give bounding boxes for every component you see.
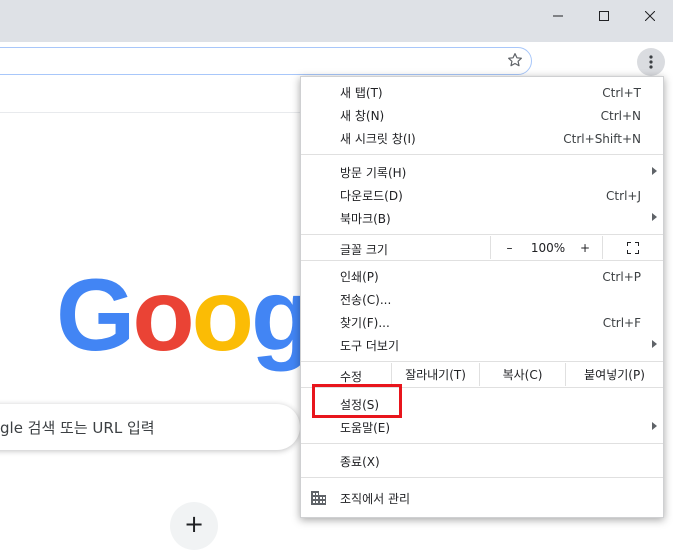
menu-item-shortcut: Ctrl+J	[606, 188, 641, 203]
maximize-icon	[599, 11, 609, 21]
menu-item-label: 새 창(N)	[340, 109, 385, 123]
add-icon: +	[183, 510, 205, 538]
chrome-menu: 새 탭(T) Ctrl+T 새 창(N) Ctrl+N 새 시크릿 창(I) C…	[300, 76, 664, 518]
zoom-out-icon: –	[506, 240, 513, 255]
menu-item-label: 인쇄(P)	[340, 270, 379, 284]
building-icon	[311, 491, 326, 505]
menu-item-incognito[interactable]: 새 시크릿 창(I) Ctrl+Shift+N	[301, 127, 663, 150]
menu-item-bookmarks[interactable]: 북마크(B)	[301, 207, 663, 230]
search-placeholder: gle 검색 또는 URL 입력	[0, 419, 155, 437]
menu-item-exit[interactable]: 종료(X)	[301, 450, 663, 473]
menu-item-label: 새 탭(T)	[340, 86, 383, 100]
zoom-out-button[interactable]: –	[490, 236, 528, 259]
cut-label: 잘라내기(T)	[405, 368, 466, 382]
toolbar	[0, 42, 673, 80]
zoom-value-text: 100%	[530, 240, 566, 255]
menu-item-history[interactable]: 방문 기록(H)	[301, 161, 663, 184]
menu-separator	[301, 443, 663, 444]
zoom-row: 글꼴 크기 – 100% +	[301, 236, 663, 259]
menu-item-label: 종료(X)	[340, 455, 380, 469]
paste-label: 붙여넣기(P)	[584, 368, 645, 382]
minimize-icon	[553, 15, 563, 17]
menu-item-label: 다운로드(D)	[340, 189, 403, 203]
cut-button[interactable]: 잘라내기(T)	[391, 363, 479, 386]
chrome-menu-button[interactable]	[637, 48, 665, 76]
menu-item-label: 전송(C)...	[340, 293, 392, 307]
menu-item-help[interactable]: 도움말(E)	[301, 416, 663, 439]
menu-item-managed[interactable]: 조직에서 관리	[301, 487, 663, 510]
submenu-arrow-icon	[652, 213, 657, 221]
logo-letter: G	[56, 258, 135, 372]
zoom-label: 글꼴 크기	[340, 243, 388, 257]
menu-item-shortcut: Ctrl+F	[602, 315, 641, 330]
zoom-in-icon: +	[579, 240, 591, 255]
menu-item-more-tools[interactable]: 도구 더보기	[301, 334, 663, 357]
menu-item-find[interactable]: 찾기(F)... Ctrl+F	[301, 311, 663, 334]
edit-label: 수정	[340, 370, 363, 384]
minimize-button[interactable]	[535, 0, 581, 32]
menu-item-label: 도움말(E)	[340, 421, 391, 435]
more-vert-icon	[649, 55, 653, 69]
menu-item-label: 북마크(B)	[340, 212, 391, 226]
menu-item-shortcut: Ctrl+P	[602, 269, 641, 284]
menu-item-print[interactable]: 인쇄(P) Ctrl+P	[301, 265, 663, 288]
close-icon	[645, 11, 655, 21]
menu-item-label: 새 시크릿 창(I)	[340, 132, 416, 146]
menu-item-label: 조직에서 관리	[340, 492, 411, 506]
settings-highlight-box	[312, 384, 402, 418]
address-bar[interactable]	[0, 47, 532, 75]
menu-item-label: 도구 더보기	[340, 339, 400, 353]
menu-item-shortcut: Ctrl+T	[602, 85, 641, 100]
menu-separator	[301, 260, 663, 261]
submenu-arrow-icon	[652, 340, 657, 348]
bookmarks-bar	[0, 80, 300, 113]
menu-item-shortcut: Ctrl+Shift+N	[563, 131, 641, 146]
menu-separator	[301, 234, 663, 235]
menu-item-label: 찾기(F)...	[340, 316, 390, 330]
fullscreen-button[interactable]	[602, 236, 663, 259]
menu-item-shortcut: Ctrl+N	[600, 108, 641, 123]
bookmark-star-icon[interactable]	[507, 52, 523, 68]
submenu-arrow-icon	[652, 422, 657, 430]
menu-item-downloads[interactable]: 다운로드(D) Ctrl+J	[301, 184, 663, 207]
edit-row: 수정 잘라내기(T) 복사(C) 붙여넣기(P)	[301, 363, 663, 386]
zoom-value: 100%	[528, 236, 568, 259]
menu-item-new-window[interactable]: 새 창(N) Ctrl+N	[301, 104, 663, 127]
menu-separator	[301, 361, 663, 362]
copy-button[interactable]: 복사(C)	[479, 363, 565, 386]
menu-separator	[301, 477, 663, 478]
add-shortcut-button[interactable]: +	[170, 502, 218, 550]
menu-separator	[301, 154, 663, 155]
menu-item-new-tab[interactable]: 새 탭(T) Ctrl+T	[301, 81, 663, 104]
zoom-in-button[interactable]: +	[568, 236, 602, 259]
title-bar	[0, 0, 673, 42]
logo-letter: o	[191, 258, 254, 372]
logo-letter: o	[132, 258, 194, 372]
copy-label: 복사(C)	[502, 368, 543, 382]
maximize-button[interactable]	[581, 0, 627, 32]
fullscreen-icon	[627, 241, 639, 254]
menu-item-cast[interactable]: 전송(C)...	[301, 288, 663, 311]
ntp-search-box[interactable]: gle 검색 또는 URL 입력	[0, 404, 300, 450]
submenu-arrow-icon	[652, 167, 657, 175]
close-button[interactable]	[627, 0, 673, 32]
menu-item-label: 방문 기록(H)	[340, 166, 407, 180]
paste-button[interactable]: 붙여넣기(P)	[565, 363, 663, 386]
